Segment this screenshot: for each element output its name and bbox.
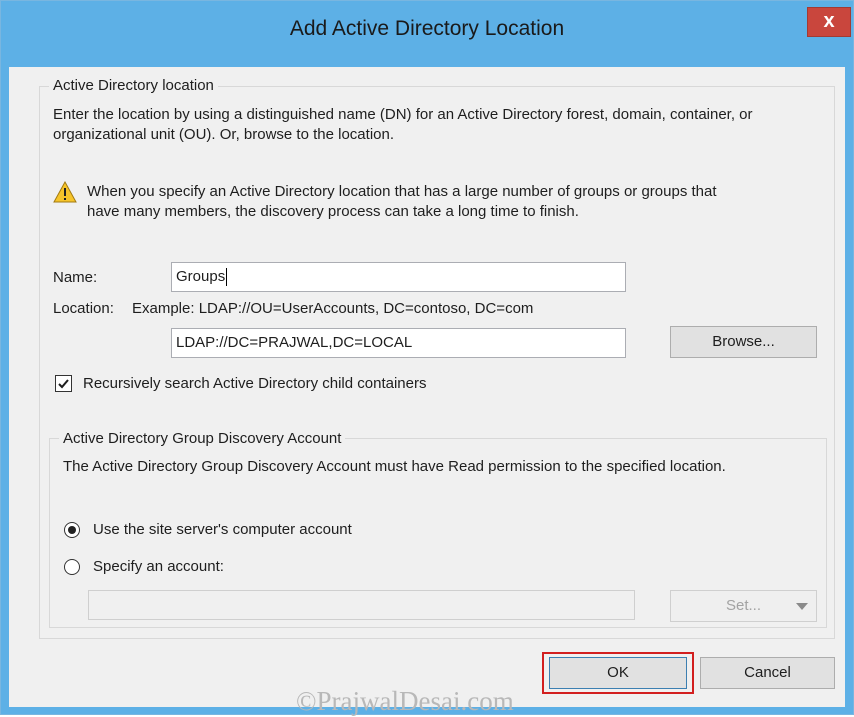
recursive-label[interactable]: Recursively search Active Directory chil…: [83, 375, 426, 392]
specify-account-label[interactable]: Specify an account:: [93, 558, 224, 575]
specify-account-radio[interactable]: [64, 559, 80, 575]
name-label: Name:: [53, 269, 98, 286]
account-input[interactable]: [88, 590, 635, 620]
title-bar[interactable]: Add Active Directory Location x: [1, 1, 853, 67]
location-description-line-2: organizational unit (OU). Or, browse to …: [53, 126, 395, 143]
set-button[interactable]: Set...: [670, 590, 817, 622]
watermark-text: ©PrajwalDesai.com: [296, 686, 514, 716]
location-input-value: LDAP://DC=PRAJWAL,DC=LOCAL: [176, 334, 413, 351]
set-button-label: Set...: [725, 597, 762, 614]
location-description: Enter the location by using a distinguis…: [53, 105, 753, 145]
location-label: Location:: [53, 300, 114, 317]
warning-message: When you specify an Active Directory loc…: [87, 182, 717, 222]
checkmark-icon: [58, 379, 69, 389]
warning-line-1: When you specify an Active Directory loc…: [87, 183, 717, 200]
cancel-button[interactable]: Cancel: [700, 657, 835, 689]
chevron-down-icon: [796, 603, 808, 610]
name-input-value: Groups: [176, 268, 226, 285]
location-example: Example: LDAP://OU=UserAccounts, DC=cont…: [132, 300, 534, 317]
location-description-line-1: Enter the location by using a distinguis…: [53, 106, 753, 123]
window-title: Add Active Directory Location: [289, 17, 565, 40]
account-description: The Active Directory Group Discovery Acc…: [63, 458, 726, 475]
radio-selected-dot: [68, 526, 76, 534]
dialog-window: Add Active Directory Location x Active D…: [0, 0, 854, 715]
ok-button[interactable]: OK: [549, 657, 687, 689]
close-button[interactable]: x: [807, 7, 851, 37]
location-input[interactable]: LDAP://DC=PRAJWAL,DC=LOCAL: [171, 328, 626, 358]
site-server-account-radio[interactable]: [64, 522, 80, 538]
recursive-checkbox[interactable]: [55, 375, 72, 392]
warning-line-2: have many members, the discovery process…: [87, 203, 579, 220]
account-group-legend: Active Directory Group Discovery Account: [59, 430, 346, 447]
window-frame-right: [845, 67, 853, 714]
text-caret: [226, 268, 228, 287]
browse-button[interactable]: Browse...: [670, 326, 817, 358]
warning-icon: [53, 181, 77, 203]
name-input[interactable]: Groups: [171, 262, 626, 292]
site-server-account-label[interactable]: Use the site server's computer account: [93, 521, 352, 538]
window-frame-left: [1, 67, 9, 714]
location-group-legend: Active Directory location: [49, 77, 218, 94]
